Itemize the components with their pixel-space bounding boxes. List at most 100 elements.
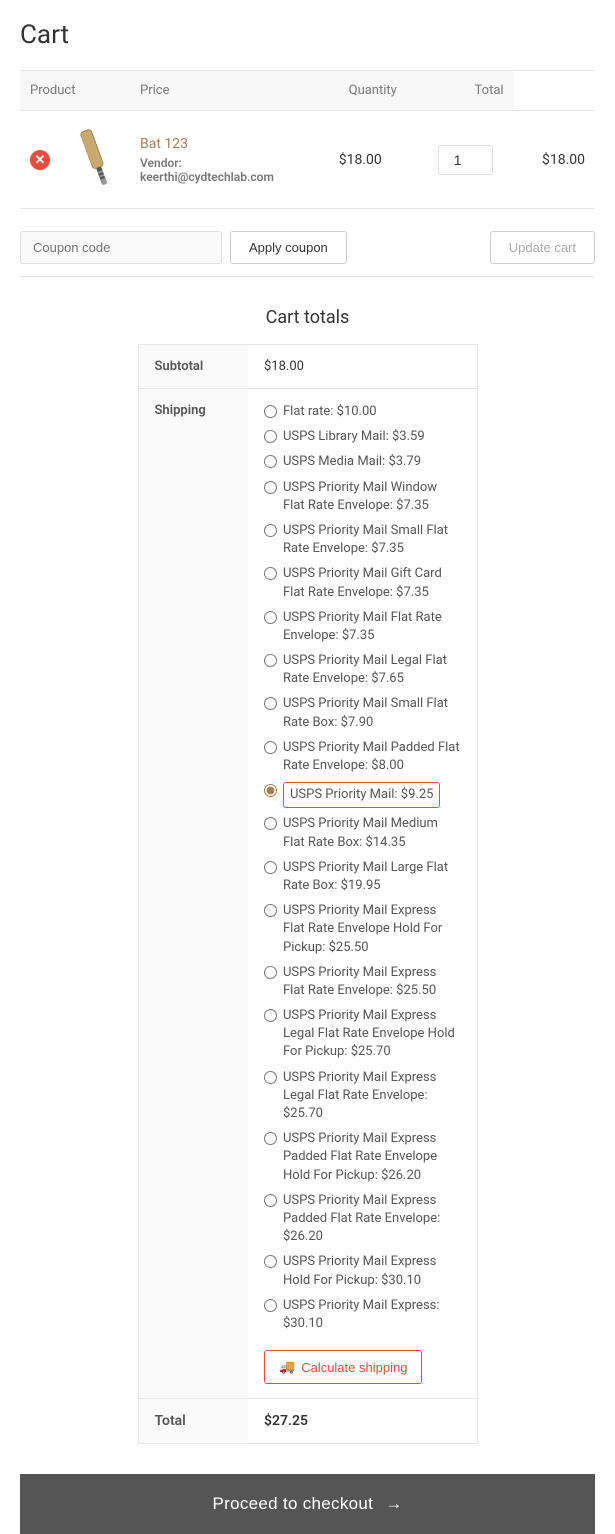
shipping-radio[interactable] xyxy=(264,567,277,580)
shipping-radio[interactable] xyxy=(264,861,277,874)
coupon-row: Apply coupon Update cart xyxy=(20,219,595,277)
checkout-label: Proceed to checkout xyxy=(213,1494,374,1514)
shipping-radio[interactable] xyxy=(264,1009,277,1022)
shipping-row: Shipping Flat rate: $10.00 USPS Library M… xyxy=(138,389,477,1399)
shipping-radio[interactable] xyxy=(264,966,277,979)
shipping-option-label[interactable]: USPS Priority Mail Small Flat Rate Box: … xyxy=(283,695,461,731)
shipping-option-label[interactable]: USPS Priority Mail Padded Flat Rate Enve… xyxy=(283,739,461,775)
shipping-option-label[interactable]: USPS Priority Mail: $9.25 xyxy=(283,782,440,808)
shipping-option-item: Flat rate: $10.00 xyxy=(264,403,461,421)
shipping-option-item: USPS Media Mail: $3.79 xyxy=(264,453,461,471)
shipping-option-label[interactable]: USPS Priority Mail Small Flat Rate Envel… xyxy=(283,522,461,558)
subtotal-label: Subtotal xyxy=(138,345,248,389)
update-cart-button[interactable]: Update cart xyxy=(490,231,595,264)
shipping-option-item: USPS Library Mail: $3.59 xyxy=(264,428,461,446)
shipping-option-item: USPS Priority Mail Express Legal Flat Ra… xyxy=(264,1007,461,1062)
shipping-option-item: USPS Priority Mail Express Flat Rate Env… xyxy=(264,964,461,1000)
shipping-option-item: USPS Priority Mail Window Flat Rate Enve… xyxy=(264,479,461,515)
calculate-shipping-button[interactable]: 🚚 Calculate shipping xyxy=(264,1350,422,1384)
shipping-option-item: USPS Priority Mail Gift Card Flat Rate E… xyxy=(264,565,461,601)
product-price: $18.00 xyxy=(329,111,417,209)
shipping-option-label[interactable]: USPS Priority Mail Large Flat Rate Box: … xyxy=(283,859,461,895)
shipping-radio[interactable] xyxy=(264,430,277,443)
shipping-option-item: USPS Priority Mail Express Padded Flat R… xyxy=(264,1192,461,1247)
shipping-radio[interactable] xyxy=(264,1255,277,1268)
table-row: ✕ xyxy=(20,111,595,209)
quantity-input[interactable] xyxy=(438,145,493,175)
shipping-radio[interactable] xyxy=(264,405,277,418)
shipping-radio[interactable] xyxy=(264,904,277,917)
shipping-radio[interactable] xyxy=(264,1132,277,1145)
shipping-option-label[interactable]: USPS Priority Mail Gift Card Flat Rate E… xyxy=(283,565,461,601)
shipping-option-label[interactable]: USPS Priority Mail Flat Rate Envelope: $… xyxy=(283,609,461,645)
shipping-option-item: USPS Priority Mail Express: $30.10 xyxy=(264,1297,461,1333)
shipping-option-label[interactable]: USPS Media Mail: $3.79 xyxy=(283,453,421,471)
shipping-option-item: USPS Priority Mail Medium Flat Rate Box:… xyxy=(264,815,461,851)
proceed-to-checkout-button[interactable]: Proceed to checkout → xyxy=(20,1474,595,1534)
product-vendor: Vendor: keerthi@cydtechlab.com xyxy=(140,156,319,184)
shipping-option-label[interactable]: USPS Priority Mail Window Flat Rate Enve… xyxy=(283,479,461,515)
calculate-shipping-label: Calculate shipping xyxy=(301,1360,407,1375)
shipping-radio[interactable] xyxy=(264,1299,277,1312)
cart-totals-title: Cart totals xyxy=(138,307,478,328)
close-icon: ✕ xyxy=(30,150,50,170)
vendor-label: Vendor: xyxy=(140,156,182,170)
cart-table: Product Price Quantity Total ✕ xyxy=(20,70,595,209)
shipping-option-item: USPS Priority Mail Express Flat Rate Env… xyxy=(264,902,461,957)
cart-totals-box: Cart totals Subtotal $18.00 Shipping Fla… xyxy=(138,307,478,1444)
total-row: Total $27.25 xyxy=(138,1399,477,1444)
page-title: Cart xyxy=(20,20,595,50)
shipping-radio[interactable] xyxy=(264,741,277,754)
truck-icon: 🚚 xyxy=(279,1359,295,1375)
total-value: $27.25 xyxy=(248,1399,477,1444)
shipping-radio[interactable] xyxy=(264,455,277,468)
shipping-option-label[interactable]: USPS Library Mail: $3.59 xyxy=(283,428,425,446)
shipping-option-label[interactable]: USPS Priority Mail Express Flat Rate Env… xyxy=(283,902,461,957)
shipping-option-item: USPS Priority Mail Padded Flat Rate Enve… xyxy=(264,739,461,775)
shipping-option-item: USPS Priority Mail: $9.25 xyxy=(264,782,461,808)
arrow-icon: → xyxy=(385,1494,402,1514)
shipping-radio[interactable] xyxy=(264,654,277,667)
coupon-input[interactable] xyxy=(20,231,222,264)
product-total: $18.00 xyxy=(514,111,595,209)
shipping-option-item: USPS Priority Mail Flat Rate Envelope: $… xyxy=(264,609,461,645)
shipping-radio[interactable] xyxy=(264,1071,277,1084)
subtotal-value: $18.00 xyxy=(248,345,477,389)
shipping-option-label[interactable]: USPS Priority Mail Express: $30.10 xyxy=(283,1297,461,1333)
bat-svg xyxy=(70,125,120,190)
shipping-option-label[interactable]: USPS Priority Mail Express Hold For Pick… xyxy=(283,1253,461,1289)
vendor-email: keerthi@cydtechlab.com xyxy=(140,170,274,184)
product-name-link[interactable]: Bat 123 xyxy=(140,136,188,152)
shipping-label: Shipping xyxy=(138,389,248,1399)
shipping-option-item: USPS Priority Mail Express Legal Flat Ra… xyxy=(264,1069,461,1124)
shipping-radio[interactable] xyxy=(264,784,277,797)
shipping-option-label[interactable]: USPS Priority Mail Express Padded Flat R… xyxy=(283,1192,461,1247)
shipping-option-item: USPS Priority Mail Express Hold For Pick… xyxy=(264,1253,461,1289)
shipping-options-cell: Flat rate: $10.00 USPS Library Mail: $3.5… xyxy=(248,389,477,1399)
col-header-total: Total xyxy=(417,71,514,111)
shipping-option-label[interactable]: USPS Priority Mail Express Legal Flat Ra… xyxy=(283,1069,461,1124)
shipping-option-label[interactable]: USPS Priority Mail Express Flat Rate Env… xyxy=(283,964,461,1000)
apply-coupon-button[interactable]: Apply coupon xyxy=(230,231,347,264)
shipping-radio[interactable] xyxy=(264,481,277,494)
shipping-option-label[interactable]: USPS Priority Mail Express Legal Flat Ra… xyxy=(283,1007,461,1062)
totals-table: Subtotal $18.00 Shipping Flat rate: $10.… xyxy=(138,344,478,1444)
shipping-radio[interactable] xyxy=(264,524,277,537)
shipping-option-label[interactable]: Flat rate: $10.00 xyxy=(283,403,377,421)
shipping-option-item: USPS Priority Mail Express Padded Flat R… xyxy=(264,1130,461,1185)
shipping-option-label[interactable]: USPS Priority Mail Legal Flat Rate Envel… xyxy=(283,652,461,688)
shipping-radio[interactable] xyxy=(264,1194,277,1207)
col-header-quantity: Quantity xyxy=(329,71,417,111)
subtotal-row: Subtotal $18.00 xyxy=(138,345,477,389)
shipping-option-label[interactable]: USPS Priority Mail Express Padded Flat R… xyxy=(283,1130,461,1185)
remove-item-button[interactable]: ✕ xyxy=(30,150,50,170)
total-label: Total xyxy=(138,1399,248,1444)
shipping-radio[interactable] xyxy=(264,611,277,624)
checkout-section: Proceed to checkout → xyxy=(20,1474,595,1534)
shipping-option-item: USPS Priority Mail Large Flat Rate Box: … xyxy=(264,859,461,895)
cart-totals-section: Cart totals Subtotal $18.00 Shipping Fla… xyxy=(20,307,595,1444)
shipping-radio[interactable] xyxy=(264,697,277,710)
product-name-cell: Bat 123 Vendor: keerthi@cydtechlab.com xyxy=(130,111,329,209)
shipping-radio[interactable] xyxy=(264,817,277,830)
shipping-option-label[interactable]: USPS Priority Mail Medium Flat Rate Box:… xyxy=(283,815,461,851)
